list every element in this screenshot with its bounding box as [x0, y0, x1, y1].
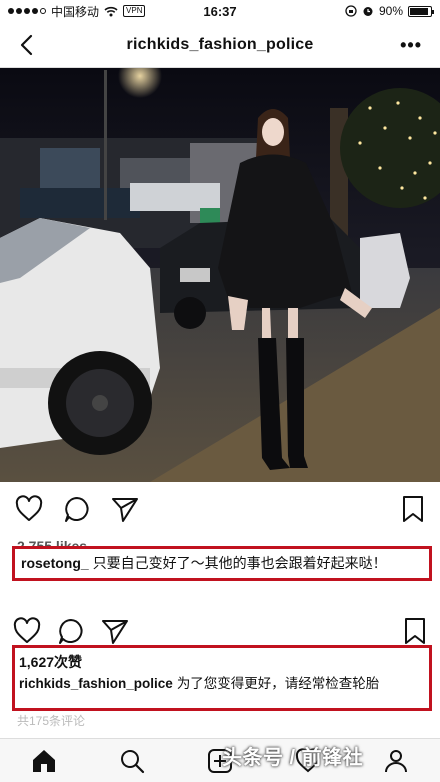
street-scene-image — [0, 68, 440, 482]
post2-caption-line: richkids_fashion_police 为了您变得更好，请经常检查轮胎 — [19, 673, 425, 694]
status-right: 90% — [345, 4, 434, 18]
rotation-lock-icon — [345, 5, 357, 17]
alarm-icon — [363, 7, 373, 16]
nav-bar: richkids_fashion_police ••• — [0, 22, 440, 68]
post2-caption-text: 为了您变得更好，请经常检查轮胎 — [176, 676, 380, 691]
post-photo[interactable] — [0, 68, 440, 482]
home-icon[interactable] — [30, 747, 58, 775]
search-icon[interactable] — [118, 747, 146, 775]
bookmark-icon[interactable] — [400, 616, 430, 646]
status-bar: 中国移动 VPN 16:37 90% — [0, 0, 440, 22]
profile-icon[interactable] — [382, 747, 410, 775]
heart-icon[interactable] — [12, 616, 42, 646]
more-options-button[interactable]: ••• — [400, 35, 422, 56]
post1-action-bar — [0, 488, 440, 528]
post2-view-comments[interactable]: 共175条评论 — [17, 712, 85, 729]
bottom-tab-bar — [0, 738, 440, 782]
post1-caption-text: 只要自己变好了～其他的事也会跟着好起来哒！ — [92, 555, 387, 571]
bookmark-icon[interactable] — [398, 494, 428, 524]
wifi-icon — [104, 6, 118, 16]
signal-icon — [8, 8, 46, 14]
post2-caption-highlight: 1,627次赞 richkids_fashion_police 为了您变得更好，请… — [12, 645, 432, 711]
post1-caption-highlight: rosetong_ 只要自己变好了～其他的事也会跟着好起来哒！ — [12, 546, 432, 581]
heart-icon[interactable] — [14, 494, 44, 524]
battery-percent: 90% — [378, 4, 403, 18]
status-left: 中国移动 VPN — [8, 3, 345, 20]
page-title: richkids_fashion_police — [126, 35, 314, 53]
post2-username[interactable]: richkids_fashion_police — [19, 676, 173, 691]
comment-icon[interactable] — [56, 616, 86, 646]
vpn-badge: VPN — [123, 5, 146, 17]
battery-icon — [408, 5, 434, 17]
carrier-label: 中国移动 — [51, 4, 100, 19]
back-chevron-icon[interactable] — [16, 32, 38, 58]
watermark-text: 头条号 / 前锋社 — [222, 747, 364, 769]
post2-likes[interactable]: 1,627次赞 — [19, 652, 425, 673]
comment-icon[interactable] — [62, 494, 92, 524]
battery-fill — [410, 7, 428, 15]
post1-username[interactable]: rosetong_ — [21, 555, 89, 571]
send-icon[interactable] — [100, 616, 130, 646]
send-icon[interactable] — [110, 494, 140, 524]
